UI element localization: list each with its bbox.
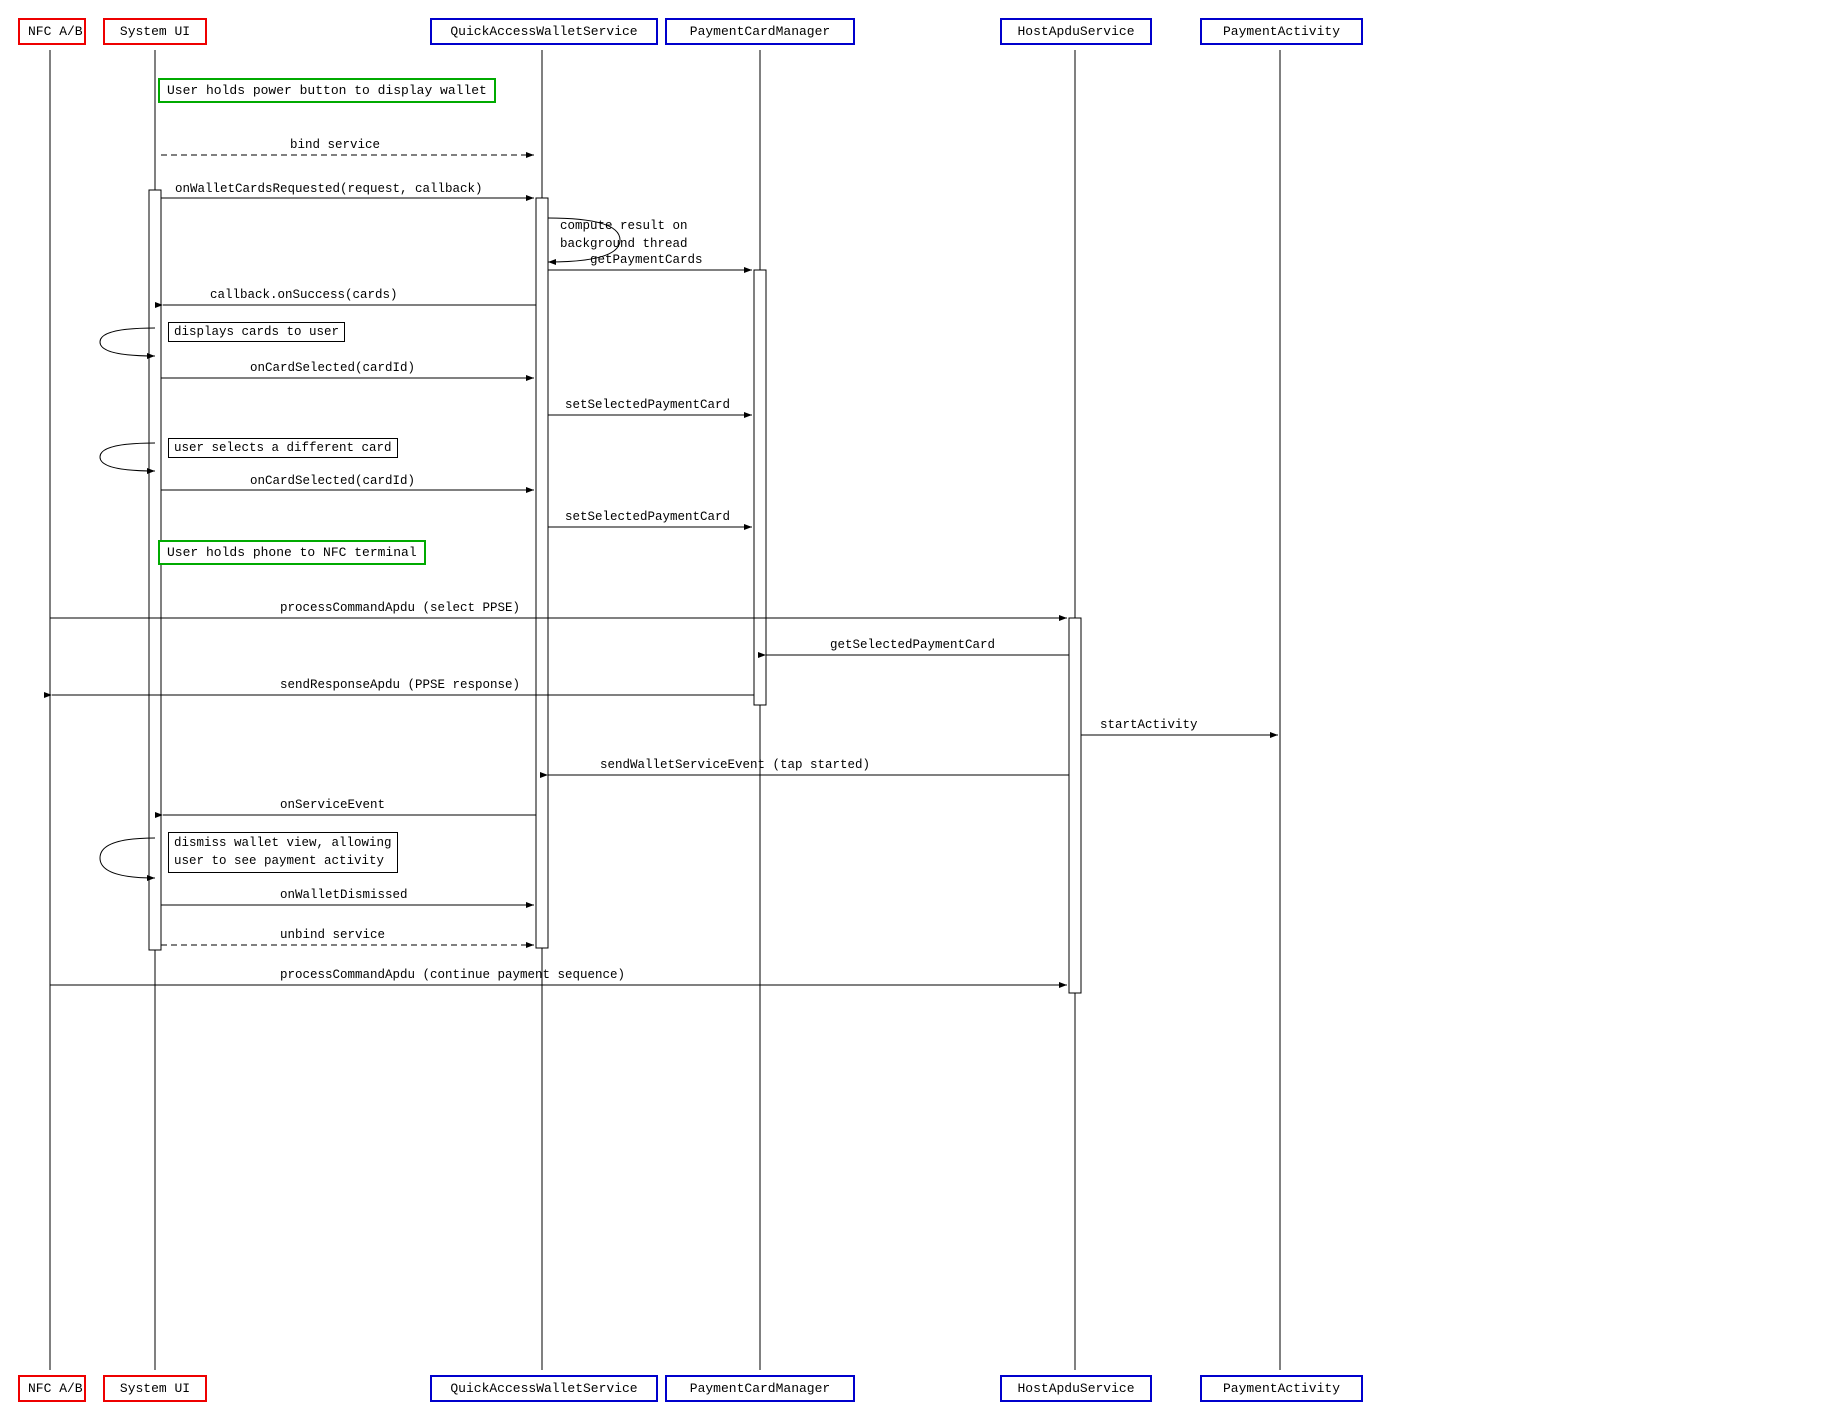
msg-sendwallet-event: sendWalletServiceEvent (tap started) bbox=[600, 758, 870, 772]
msg-bind-service: bind service bbox=[290, 138, 380, 152]
note-nfc-terminal: User holds phone to NFC terminal bbox=[158, 540, 426, 565]
has-bottom-box: HostApduService bbox=[1000, 1375, 1152, 1402]
msg-processcommand-ppse: processCommandApdu (select PPSE) bbox=[280, 601, 520, 615]
msg-sendresponse: sendResponseApdu (PPSE response) bbox=[280, 678, 520, 692]
pa-top-box: PaymentActivity bbox=[1200, 18, 1363, 45]
has-top-box: HostApduService bbox=[1000, 18, 1152, 45]
nfc-bottom-box: NFC A/B bbox=[18, 1375, 86, 1402]
qaws-top-box: QuickAccessWalletService bbox=[430, 18, 658, 45]
msg-processcommand-continue: processCommandApdu (continue payment seq… bbox=[280, 968, 625, 982]
msg-oncardselected-1: onCardSelected(cardId) bbox=[250, 361, 415, 375]
sysui-bottom-box: System UI bbox=[103, 1375, 207, 1402]
msg-setselected-2: setSelectedPaymentCard bbox=[565, 510, 730, 524]
pcm-bottom-box: PaymentCardManager bbox=[665, 1375, 855, 1402]
msg-displays-cards: displays cards to user bbox=[168, 322, 345, 342]
pa-bottom-box: PaymentActivity bbox=[1200, 1375, 1363, 1402]
qaws-bottom-box: QuickAccessWalletService bbox=[430, 1375, 658, 1402]
msg-oncardselected-2: onCardSelected(cardId) bbox=[250, 474, 415, 488]
msg-user-diff-card: user selects a different card bbox=[168, 438, 398, 458]
msg-callback-onsuccess: callback.onSuccess(cards) bbox=[210, 288, 398, 302]
msg-unbind-service: unbind service bbox=[280, 928, 385, 942]
pcm-top-box: PaymentCardManager bbox=[665, 18, 855, 45]
note-power-button: User holds power button to display walle… bbox=[158, 78, 496, 103]
msg-startactivity: startActivity bbox=[1100, 718, 1198, 732]
sysui-top-box: System UI bbox=[103, 18, 207, 45]
msg-getselectedcard: getSelectedPaymentCard bbox=[830, 638, 995, 652]
msg-setselected-1: setSelectedPaymentCard bbox=[565, 398, 730, 412]
nfc-top-box: NFC A/B bbox=[18, 18, 86, 45]
msg-onserviceevent: onServiceEvent bbox=[280, 798, 385, 812]
msg-compute-result: compute result onbackground thread bbox=[560, 218, 688, 253]
sequence-diagram: NFC A/B System UI QuickAccessWalletServi… bbox=[0, 0, 1845, 1424]
msg-dismiss-wallet: dismiss wallet view, allowinguser to see… bbox=[168, 832, 398, 873]
msg-onwalletdismissed: onWalletDismissed bbox=[280, 888, 408, 902]
msg-getpaymentcards: getPaymentCards bbox=[590, 253, 703, 267]
msg-onwalletcards: onWalletCardsRequested(request, callback… bbox=[175, 182, 483, 196]
